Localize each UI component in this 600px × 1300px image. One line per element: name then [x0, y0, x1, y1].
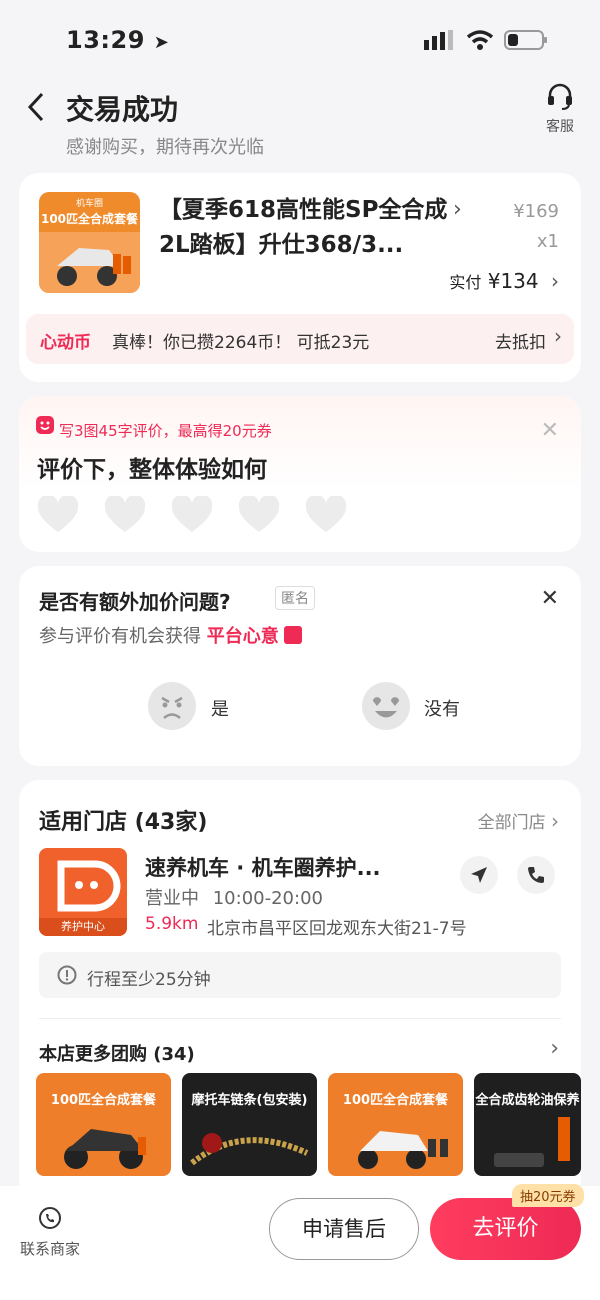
extra-price-sub: 参与评价有机会获得 平台心意	[39, 622, 303, 648]
contact-merchant-label[interactable]: 联系商家	[20, 1238, 80, 1259]
contact-merchant-button[interactable]	[38, 1206, 62, 1234]
wifi-icon	[466, 29, 494, 55]
close-icon[interactable]: ✕	[541, 586, 559, 611]
paid-amount[interactable]: 实付 ¥134 ›	[449, 269, 559, 293]
page-title: 交易成功	[66, 93, 179, 126]
heart-rating-1-icon[interactable]	[37, 496, 79, 534]
coupon-badge: 抽20元券	[512, 1184, 584, 1207]
paid-label: 实付	[449, 273, 482, 292]
more-deals-title: 本店更多团购 (34)	[39, 1044, 195, 1065]
coin-bar[interactable]: 心动币 真棒！你已攒2264币！ 可抵23元 去抵扣 ›	[26, 314, 574, 364]
store-distance: 5.9km	[145, 914, 199, 934]
store-logo-icon	[57, 860, 121, 912]
heart-rating-2-icon[interactable]	[104, 496, 146, 534]
review-hint: 写3图45字评价，最高得20元券	[59, 422, 272, 440]
scooter-image	[39, 232, 140, 293]
extra-price-sub-text: 参与评价有机会获得	[39, 626, 201, 647]
store-hours-text: 10:00-20:00	[212, 888, 323, 909]
store-name[interactable]: 速养机车 · 机车圈养护...	[145, 852, 381, 882]
heart-rating-3-icon[interactable]	[171, 496, 213, 534]
chevron-right-icon: ›	[551, 269, 559, 293]
store-logo[interactable]: 养护中心	[39, 848, 127, 936]
battery-icon	[504, 29, 548, 55]
happy-face-icon[interactable]	[362, 682, 410, 730]
deal-tile-2[interactable]: 摩托车链条(包安装)	[182, 1073, 317, 1176]
customer-service-label: 客服	[546, 119, 574, 135]
trip-time-bar: 行程至少25分钟	[39, 952, 561, 998]
back-button[interactable]	[26, 92, 46, 126]
coin-redeem-link[interactable]: 去抵扣	[495, 328, 546, 353]
headset-icon	[548, 83, 572, 110]
location-arrow-icon: ➤	[153, 32, 170, 53]
product-thumbnail[interactable]: 机车圈 100匹全合成套餐	[39, 192, 140, 293]
oil-bottle-image	[494, 1117, 570, 1167]
review-title: 评价下，整体体验如何	[37, 457, 267, 483]
chevron-left-icon	[27, 92, 44, 122]
coin-label: 心动币	[40, 333, 91, 353]
store-address: 北京市昌平区回龙观东大街21-7号	[207, 919, 467, 939]
chain-image	[190, 1133, 309, 1166]
time-text: 13:29	[66, 26, 145, 54]
navigation-arrow-icon	[471, 867, 487, 883]
chevron-right-icon[interactable]: ›	[453, 197, 462, 222]
no-option[interactable]: 没有	[424, 695, 460, 721]
paid-value: ¥134	[487, 269, 539, 293]
product-qty: x1	[536, 231, 559, 252]
divider	[39, 1018, 561, 1019]
store-hours: 营业中 10:00-20:00	[145, 884, 323, 910]
smile-badge-icon	[36, 416, 54, 434]
call-store-button[interactable]	[517, 856, 555, 894]
deal-tile-4[interactable]: 全合成齿轮油保养	[474, 1073, 581, 1176]
angry-face-icon[interactable]	[148, 682, 196, 730]
store-logo-label: 养护中心	[39, 918, 127, 936]
product-price: ¥169	[513, 201, 559, 222]
red-envelope-icon	[284, 626, 303, 644]
info-icon	[57, 965, 77, 985]
product-card: 机车圈 100匹全合成套餐 【夏季618高性能SP全合成2L踏板】升仕368/3…	[19, 173, 581, 382]
extra-price-card: 是否有额外加价问题? 匿名 ✕ 参与评价有机会获得 平台心意 是 没有	[19, 566, 581, 766]
trip-time-text: 行程至少25分钟	[87, 970, 211, 990]
customer-service-button[interactable]: 客服	[540, 82, 580, 136]
coin-text: 真棒！你已攒2264币！ 可抵23元	[112, 333, 370, 353]
review-card: 写3图45字评价，最高得20元券 ✕ 评价下，整体体验如何	[19, 396, 581, 552]
all-stores-label: 全部门店	[477, 813, 546, 833]
yes-option[interactable]: 是	[211, 695, 229, 721]
status-time: 13:29 ➤	[66, 26, 169, 54]
chevron-right-icon[interactable]: ›	[550, 1036, 559, 1061]
deal-tile-1[interactable]: 100匹全合成套餐	[36, 1073, 171, 1176]
page-subtitle: 感谢购买，期待再次光临	[66, 137, 264, 158]
after-sale-button[interactable]: 申请售后	[269, 1198, 419, 1260]
product-title[interactable]: 【夏季618高性能SP全合成2L踏板】升仕368/3...	[159, 193, 449, 263]
heart-rating-4-icon[interactable]	[238, 496, 280, 534]
phone-icon	[528, 867, 544, 883]
heart-rating-5-icon[interactable]	[305, 496, 347, 534]
deal-tile-3[interactable]: 100匹全合成套餐	[328, 1073, 463, 1176]
platform-gift-text: 平台心意	[206, 626, 279, 647]
chevron-right-icon: ›	[551, 809, 559, 833]
scooter-image	[358, 1131, 448, 1169]
close-icon[interactable]: ✕	[541, 418, 559, 443]
chat-phone-icon	[39, 1207, 61, 1229]
all-stores-link[interactable]: 全部门店 ›	[478, 808, 559, 833]
extra-price-title: 是否有额外加价问题?	[39, 590, 231, 614]
review-button[interactable]: 去评价	[430, 1198, 581, 1260]
navigate-button[interactable]	[460, 856, 498, 894]
cellular-signal-icon	[424, 30, 454, 54]
store-status-text: 营业中	[145, 888, 199, 909]
motorcycle-image	[64, 1129, 146, 1169]
store-section-title: 适用门店 (43家)	[39, 810, 208, 835]
chevron-right-icon: ›	[554, 324, 562, 348]
anonymous-tag: 匿名	[275, 586, 315, 610]
